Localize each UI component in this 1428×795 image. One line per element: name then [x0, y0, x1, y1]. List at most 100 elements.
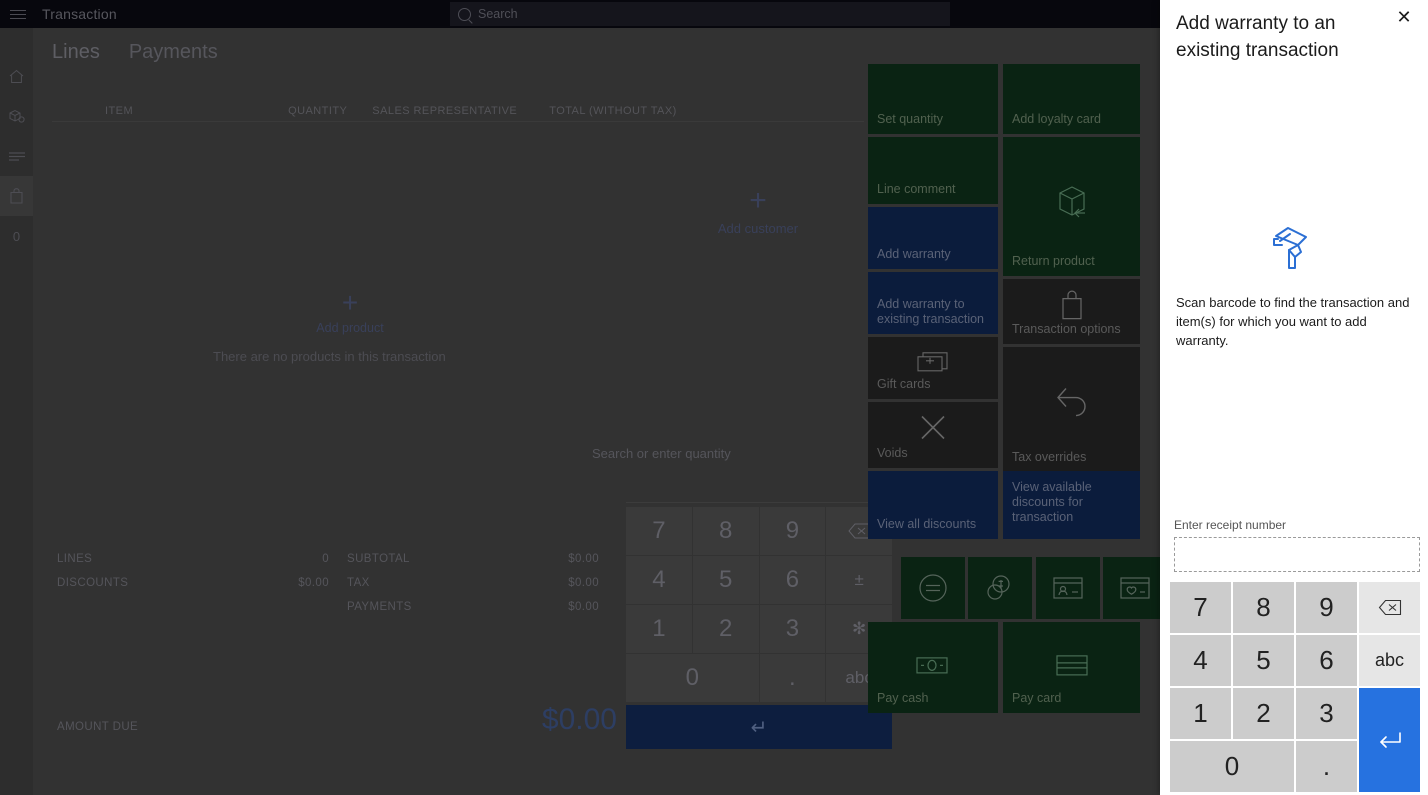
tile-view-all-discounts[interactable]: View all discounts [868, 471, 998, 539]
amount-due-value: $0.00 [541, 703, 617, 736]
tile-gift-cards[interactable]: Gift cards [868, 337, 998, 399]
key-9[interactable]: 9 [759, 507, 826, 555]
tile-label: Add warranty to existing transaction [877, 297, 985, 326]
shopping-bag-icon [1003, 289, 1140, 321]
totals-value-lines: 0 [322, 553, 329, 565]
panel-key-abc[interactable]: abc [1359, 635, 1420, 686]
key-6[interactable]: 6 [759, 556, 826, 604]
barcode-scanner-icon [1176, 225, 1412, 271]
panel-key-decimal[interactable]: . [1296, 741, 1357, 792]
totals-label-payments: PAYMENTS [347, 601, 412, 613]
tile-add-warranty-existing-transaction[interactable]: Add warranty to existing transaction [868, 272, 998, 334]
tile-transaction-options[interactable]: Transaction options [1003, 279, 1140, 344]
key-decimal[interactable]: . [759, 654, 826, 702]
tile-label: Tax overrides [1012, 450, 1087, 464]
tab-bar: Lines Payments [52, 41, 218, 64]
search-placeholder: Search [478, 7, 518, 21]
amount-due-row: AMOUNT DUE $0.00 [57, 703, 617, 737]
hamburger-icon[interactable] [0, 0, 36, 28]
search-input[interactable]: Search [450, 2, 950, 26]
tile-label: Add loyalty card [1012, 112, 1101, 126]
icon-button-loyalty-card[interactable] [1103, 557, 1167, 619]
tab-lines[interactable]: Lines [52, 41, 100, 64]
panel-key-1[interactable]: 1 [1170, 688, 1231, 739]
add-warranty-panel: Add warranty to an existing transaction … [1160, 0, 1428, 795]
column-header-item: ITEM [105, 104, 134, 117]
add-customer-label: Add customer [717, 221, 799, 236]
sidebar-item-count[interactable]: 0 [0, 216, 33, 256]
column-header-sales-rep: SALES REPRESENTATIVE [372, 104, 518, 117]
tile-view-available-discounts[interactable]: View available discounts for transaction [1003, 471, 1140, 539]
panel-key-6[interactable]: 6 [1296, 635, 1357, 686]
sidebar-item-products[interactable] [0, 96, 33, 136]
key-3[interactable]: 3 [759, 605, 826, 653]
tile-label: Set quantity [877, 112, 944, 126]
sidebar-item-lines[interactable] [0, 136, 33, 176]
key-2[interactable]: 2 [692, 605, 759, 653]
tile-add-loyalty-card[interactable]: Add loyalty card [1003, 64, 1140, 134]
panel-numeric-keypad: 7 8 9 4 5 6 abc 1 2 3 0 . [1170, 582, 1420, 792]
close-x-icon [868, 413, 998, 443]
key-4[interactable]: 4 [626, 556, 692, 604]
key-8[interactable]: 8 [692, 507, 759, 555]
panel-backspace-icon[interactable] [1359, 582, 1420, 633]
tile-label: View all discounts [877, 517, 977, 531]
plus-icon: + [749, 184, 767, 217]
center-enter-button[interactable]: ↵ [626, 705, 892, 749]
totals-label-tax: TAX [347, 577, 370, 589]
tile-add-warranty[interactable]: Add warranty [868, 207, 998, 269]
add-product-button[interactable]: + Add product [288, 289, 412, 336]
sidebar-item-home[interactable] [0, 56, 33, 96]
tile-return-product[interactable]: Return product [1003, 137, 1140, 276]
panel-key-2[interactable]: 2 [1233, 688, 1294, 739]
key-1[interactable]: 1 [626, 605, 692, 653]
tile-label: Transaction options [1012, 322, 1121, 336]
icon-button-id-card[interactable] [1036, 557, 1100, 619]
receipt-number-input[interactable] [1174, 537, 1420, 572]
tile-voids[interactable]: Voids [868, 402, 998, 468]
totals-label-subtotal: SUBTOTAL [347, 553, 410, 565]
tile-label: Add warranty [877, 247, 951, 261]
totals-label-lines: LINES [57, 553, 93, 565]
tile-set-quantity[interactable]: Set quantity [868, 64, 998, 134]
credit-card-icon [1003, 651, 1140, 677]
quantity-search-hint: Search or enter quantity [592, 446, 731, 461]
panel-key-7[interactable]: 7 [1170, 582, 1231, 633]
tile-label: Pay cash [877, 691, 929, 705]
tile-pay-card[interactable]: Pay card [1003, 622, 1140, 713]
empty-transaction-message: There are no products in this transactio… [213, 349, 446, 364]
search-icon [458, 7, 471, 21]
key-0[interactable]: 0 [626, 654, 759, 702]
lines-grid-header: ITEM QUANTITY SALES REPRESENTATIVE TOTAL… [52, 100, 864, 122]
scan-instruction-area: Scan barcode to find the transaction and… [1160, 225, 1428, 350]
tile-label: Return product [1012, 254, 1095, 268]
center-numeric-keypad: 7 8 9 4 5 6 ± 1 2 3 ✻ 0 . abc [626, 507, 892, 702]
receipt-number-field-group: Enter receipt number [1174, 518, 1420, 572]
tab-payments[interactable]: Payments [129, 41, 218, 64]
panel-key-8[interactable]: 8 [1233, 582, 1294, 633]
panel-key-0[interactable]: 0 [1170, 741, 1294, 792]
key-7[interactable]: 7 [626, 507, 692, 555]
panel-key-4[interactable]: 4 [1170, 635, 1231, 686]
icon-button-coins[interactable] [968, 557, 1032, 619]
divider [626, 502, 892, 503]
gift-card-icon [868, 349, 998, 373]
panel-enter-button[interactable] [1359, 688, 1420, 792]
panel-header: Add warranty to an existing transaction … [1160, 0, 1428, 64]
tile-pay-cash[interactable]: Pay cash [868, 622, 998, 713]
panel-key-9[interactable]: 9 [1296, 582, 1357, 633]
column-header-quantity: QUANTITY [288, 104, 348, 117]
tile-label: View available discounts for transaction [1012, 480, 1092, 524]
panel-title: Add warranty to an existing transaction [1176, 13, 1339, 61]
panel-key-3[interactable]: 3 [1296, 688, 1357, 739]
add-customer-button[interactable]: + Add customer [693, 184, 823, 237]
sidebar-item-cart[interactable] [0, 176, 33, 216]
tile-tax-overrides[interactable]: Tax overrides [1003, 347, 1140, 472]
panel-key-5[interactable]: 5 [1233, 635, 1294, 686]
key-plus-minus[interactable]: ± [826, 556, 892, 604]
totals-row: PAYMENTS $0.00 [57, 601, 617, 613]
icon-button-total[interactable] [901, 557, 965, 619]
close-icon[interactable]: ✕ [1390, 3, 1418, 31]
tile-line-comment[interactable]: Line comment [868, 137, 998, 204]
key-5[interactable]: 5 [692, 556, 759, 604]
